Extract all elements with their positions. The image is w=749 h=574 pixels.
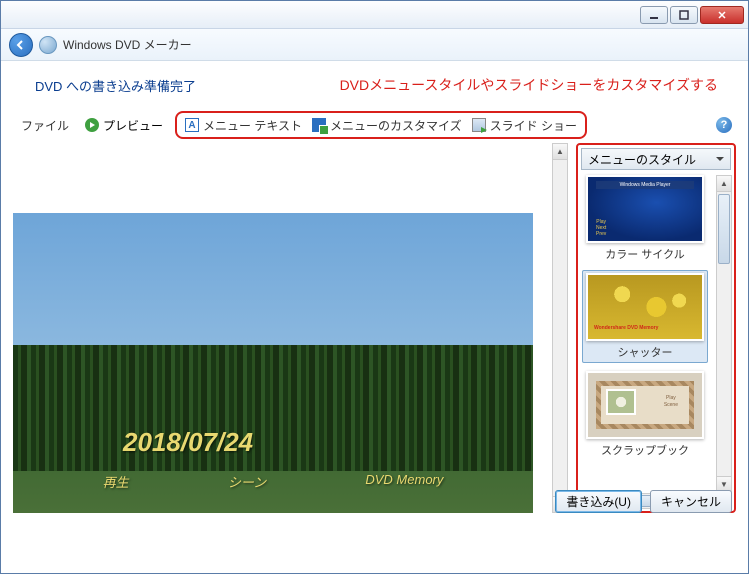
preview-memory: DVD Memory <box>365 472 443 491</box>
preview-label: プレビュー <box>103 117 163 134</box>
thumb-lines: Play Next Prev <box>596 219 606 237</box>
minimize-button[interactable] <box>640 6 668 24</box>
preview-button[interactable]: プレビュー <box>77 117 171 134</box>
style-item-color-cycle[interactable]: Windows Media Player Play Next Prev カラー … <box>582 175 708 262</box>
customize-icon <box>312 118 326 132</box>
page-heading: DVD への書き込み準備完了 <box>35 76 196 95</box>
thumb-caption: Wondershare DVD Memory <box>594 325 658 331</box>
preview-trees <box>13 345 533 471</box>
app-icon <box>39 36 57 54</box>
style-thumb: Windows Media Player Play Next Prev <box>586 175 704 243</box>
app-title: Windows DVD メーカー <box>63 36 192 53</box>
menu-text-label: メニュー テキスト <box>203 117 302 134</box>
slideshow-icon <box>472 118 486 132</box>
text-icon: A <box>185 118 199 132</box>
heading-row: DVD への書き込み準備完了 DVDメニュースタイルやスライドショーをカスタマイ… <box>13 75 736 95</box>
thumb-photo <box>606 389 636 415</box>
style-panel: メニューのスタイル Windows Media Player Play Next… <box>576 143 736 513</box>
thumb-text: Play Scene <box>664 395 678 409</box>
preview-scene: シーン <box>228 472 266 491</box>
navbar: Windows DVD メーカー <box>1 29 748 61</box>
style-thumb: Play Scene <box>586 371 704 439</box>
scroll-thumb[interactable] <box>718 194 730 264</box>
style-dropdown-label: メニューのスタイル <box>588 151 696 168</box>
style-label: スクラップブック <box>582 442 708 458</box>
style-thumb: Wondershare DVD Memory <box>586 273 704 341</box>
toolbar: ファイル プレビュー A メニュー テキスト メニューのカスタマイズ スライド … <box>13 113 736 137</box>
menu-text-button[interactable]: A メニュー テキスト <box>185 117 302 134</box>
preview-pane: 2018/07/24 再生 シーン DVD Memory ▲ ▼ <box>13 143 568 513</box>
preview-play: 再生 <box>103 472 129 491</box>
file-menu[interactable]: ファイル <box>13 117 77 134</box>
menu-customize-button[interactable]: メニューのカスタマイズ <box>312 117 462 134</box>
preview-date: 2018/07/24 <box>123 427 253 458</box>
scroll-up-icon[interactable]: ▲ <box>553 144 567 160</box>
style-label: シャッター <box>585 344 705 360</box>
customize-toolbar: A メニュー テキスト メニューのカスタマイズ スライド ショー <box>175 111 587 139</box>
style-list: Windows Media Player Play Next Prev カラー … <box>578 173 734 511</box>
style-dropdown[interactable]: メニューのスタイル <box>581 148 731 170</box>
slideshow-label: スライド ショー <box>490 117 577 134</box>
style-item-scrapbook[interactable]: Play Scene スクラップブック <box>582 371 708 458</box>
help-button[interactable]: ? <box>716 117 732 133</box>
style-vscrollbar[interactable]: ▲ ▼ <box>716 175 732 493</box>
maximize-button[interactable] <box>670 6 698 24</box>
menu-customize-label: メニューのカスタマイズ <box>330 117 462 134</box>
play-icon <box>85 118 99 132</box>
style-item-shutter[interactable]: Wondershare DVD Memory シャッター <box>582 270 708 363</box>
back-button[interactable] <box>9 33 33 57</box>
app-window: Windows DVD メーカー DVD への書き込み準備完了 DVDメニュース… <box>0 0 749 574</box>
slideshow-button[interactable]: スライド ショー <box>472 117 577 134</box>
cancel-button[interactable]: キャンセル <box>650 490 732 513</box>
scroll-up-icon[interactable]: ▲ <box>717 176 731 192</box>
main-area: 2018/07/24 再生 シーン DVD Memory ▲ ▼ メニューのスタ… <box>13 143 736 513</box>
content-area: DVD への書き込み準備完了 DVDメニュースタイルやスライドショーをカスタマイ… <box>1 61 748 523</box>
titlebar <box>1 1 748 29</box>
thumb-bar: Windows Media Player <box>596 181 694 189</box>
annotation-text: DVDメニュースタイルやスライドショーをカスタマイズする <box>340 75 718 95</box>
style-label: カラー サイクル <box>582 246 708 262</box>
dvd-menu-preview: 2018/07/24 再生 シーン DVD Memory <box>13 213 533 513</box>
footer-buttons: 書き込み(U) キャンセル <box>555 490 732 513</box>
burn-button[interactable]: 書き込み(U) <box>555 490 642 513</box>
close-button[interactable] <box>700 6 744 24</box>
preview-menu-items: 再生 シーン DVD Memory <box>13 472 533 491</box>
preview-scrollbar[interactable]: ▲ ▼ <box>552 143 568 513</box>
